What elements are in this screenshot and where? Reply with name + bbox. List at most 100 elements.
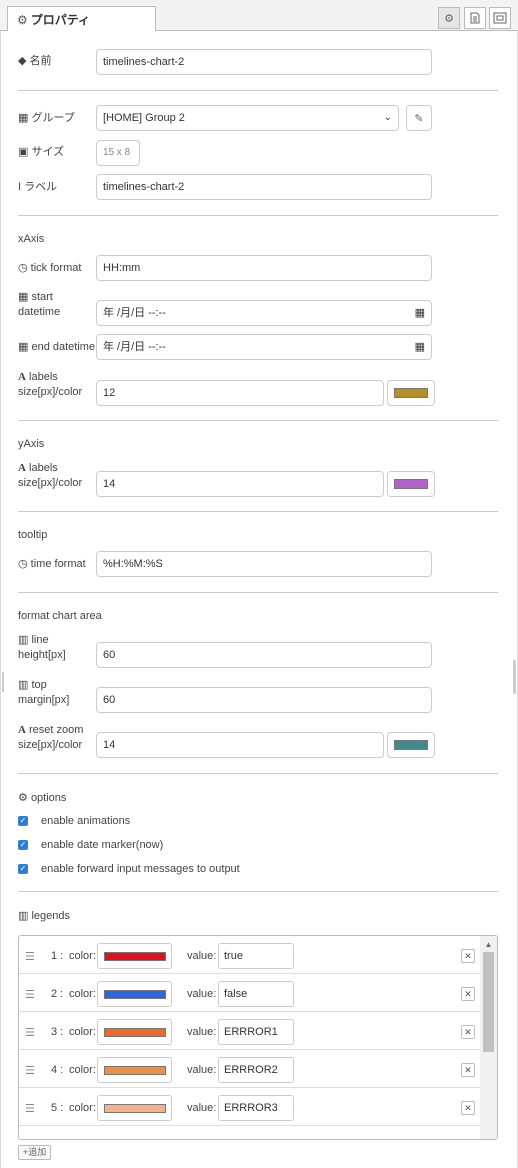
end-datetime-input[interactable]: 年 /月/日 --:-- ▦ [96,334,432,360]
divider [18,215,498,216]
xaxis-labels-color-button[interactable] [387,380,435,406]
drag-handle-icon[interactable]: ☰ [25,1064,35,1077]
name-input[interactable]: timelines-chart-2 [96,49,432,75]
color-swatch [394,388,428,398]
calendar-icon: ▦ [18,291,29,303]
legend-color-button[interactable] [97,1057,172,1083]
calendar-icon[interactable]: ▦ [415,335,425,359]
tick-format-input[interactable]: HH:mm [96,255,432,281]
remove-legend-button[interactable]: ✕ [461,949,475,963]
size-label: ▣ サイズ [18,146,65,158]
group-label: ▦ グループ [18,112,75,124]
color-swatch [103,951,166,961]
legend-row: ☰ 2 : color: value: false ✕ [19,974,481,1012]
chart-area-section-title: format chart area [18,610,102,622]
divider [18,90,498,91]
divider [18,420,498,421]
legend-row: ☰ 5 : color: value: ERRROR3 ✕ [19,1088,481,1126]
group-select[interactable]: [HOME] Group 2 ⌄ [96,105,399,131]
drag-handle-icon[interactable]: ☰ [25,1026,35,1039]
legend-value-input[interactable]: true [218,943,294,969]
tab-properties[interactable]: ⚙ プロパティ [7,6,156,32]
resize-handle[interactable] [2,672,4,692]
enable-date-marker-checkbox[interactable]: ✓ [18,840,28,850]
top-margin-label: ▥ top margin[px] [18,679,70,706]
yaxis-labels-size-input[interactable]: 14 [96,471,384,497]
scrollbar-thumb[interactable] [483,952,494,1052]
start-datetime-input[interactable]: 年 /月/日 --:-- ▦ [96,300,432,326]
top-margin-input[interactable]: 60 [96,687,432,713]
line-height-label: ▥ line height[px] [18,634,66,661]
drag-handle-icon[interactable]: ☰ [25,950,35,963]
close-icon: ✕ [464,951,472,961]
xaxis-section-title: xAxis [18,233,45,245]
legend-scrollbar[interactable]: ▲ ▼ [480,936,497,1139]
clock-icon: ◷ [18,262,28,274]
legend-value-input[interactable]: ERRROR3 [218,1095,294,1121]
remove-legend-button[interactable]: ✕ [461,1101,475,1115]
yaxis-labels-color-button[interactable] [387,471,435,497]
close-icon: ✕ [464,1065,472,1075]
gear-icon: ⚙ [444,12,454,25]
scroll-up-icon[interactable]: ▲ [483,940,494,949]
reset-zoom-label: A reset zoom size[px]/color [18,724,84,751]
edit-group-button[interactable]: ✎ [406,105,432,131]
label-input[interactable]: timelines-chart-2 [96,174,432,200]
legend-row: ☰ 4 : color: value: ERRROR2 ✕ [19,1050,481,1088]
bar-chart-icon: ▥ [18,679,29,691]
font-icon: A [18,724,26,736]
tooltip-section-title: tooltip [18,529,48,541]
legend-color-button[interactable] [97,943,172,969]
line-height-input[interactable]: 60 [96,642,432,668]
appearance-tab-button[interactable] [489,7,511,29]
resize-icon: ▣ [18,146,29,158]
legend-value-input[interactable]: ERRROR1 [218,1019,294,1045]
enable-forward-input-checkbox[interactable]: ✓ [18,864,28,874]
enable-date-marker-label: enable date marker(now) [41,839,164,851]
clock-icon: ◷ [18,558,28,570]
enable-animations-checkbox[interactable]: ✓ [18,816,28,826]
color-swatch [394,740,428,750]
divider [18,891,498,892]
enable-animations-label: enable animations [41,815,131,827]
remove-legend-button[interactable]: ✕ [461,1063,475,1077]
xaxis-labels-size-input[interactable]: 12 [96,380,384,406]
chevron-down-icon: ⌄ [383,112,392,123]
bar-chart-icon: ▥ [18,634,29,646]
legend-value-input[interactable]: ERRROR2 [218,1057,294,1083]
legend-color-button[interactable] [97,1019,172,1045]
size-button[interactable]: 15 x 8 [96,140,140,166]
tag-icon: ◆ [18,55,27,67]
description-tab-button[interactable] [464,7,486,29]
font-icon: A [18,371,26,383]
calendar-icon: ▦ [18,341,29,353]
resize-handle[interactable] [513,660,516,694]
color-swatch [103,989,166,999]
legend-color-button[interactable] [97,1095,172,1121]
calendar-icon[interactable]: ▦ [415,301,425,325]
bar-chart-icon: ▥ [18,910,29,922]
layout-icon [493,12,507,24]
label-label: I ラベル [18,181,58,193]
remove-legend-button[interactable]: ✕ [461,987,475,1001]
enable-forward-input-label: enable forward input messages to output [41,863,240,875]
xaxis-labels-label: A labels size[px]/color [18,371,83,398]
reset-zoom-size-input[interactable]: 14 [96,732,384,758]
drag-handle-icon[interactable]: ☰ [25,988,35,1001]
gear-icon: ⚙ [17,13,28,27]
yaxis-labels-label: A labels size[px]/color [18,462,83,489]
settings-tab-button[interactable]: ⚙ [438,7,460,29]
legend-value-input[interactable]: false [218,981,294,1007]
reset-zoom-color-button[interactable] [387,732,435,758]
close-icon: ✕ [464,989,472,999]
legend-color-button[interactable] [97,981,172,1007]
add-legend-button[interactable]: +追加 [18,1145,52,1160]
legends-list[interactable]: ☰ 1 : color: value: true ✕ ☰ 2 : color: … [18,935,498,1140]
remove-legend-button[interactable]: ✕ [461,1025,475,1039]
legend-row: ☰ 3 : color: value: ERRROR1 ✕ [19,1012,481,1050]
close-icon: ✕ [464,1103,472,1113]
color-swatch [103,1027,166,1037]
drag-handle-icon[interactable]: ☰ [25,1102,35,1115]
time-format-input[interactable]: %H:%M:%S [96,551,432,577]
color-swatch [103,1065,166,1075]
